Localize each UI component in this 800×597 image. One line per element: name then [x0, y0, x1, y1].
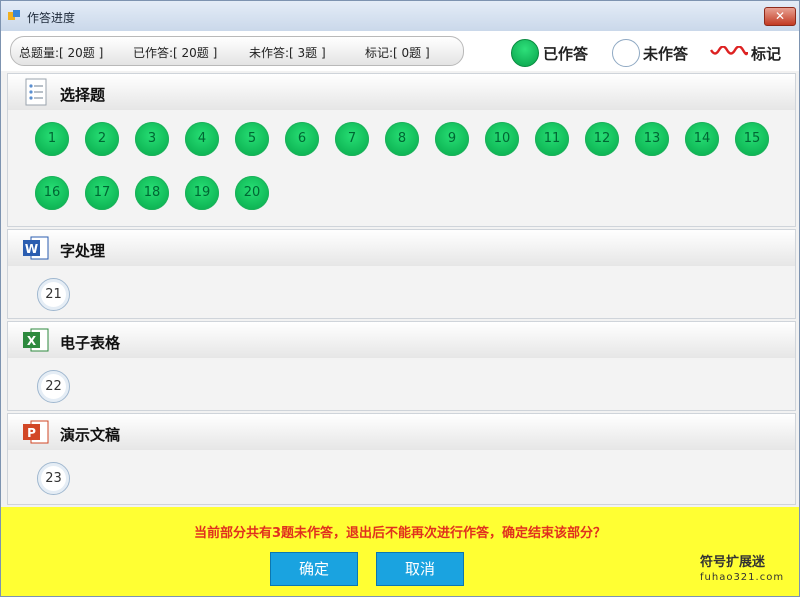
question-8-button[interactable]: 8: [385, 122, 419, 156]
checklist-icon: [25, 78, 47, 106]
word-icon: W: [23, 236, 49, 260]
marked-legend-icon: [710, 46, 748, 56]
question-15-button[interactable]: 15: [735, 122, 769, 156]
question-13-button[interactable]: 13: [635, 122, 669, 156]
question-12-button[interactable]: 12: [585, 122, 619, 156]
close-icon: ✕: [774, 9, 786, 23]
question-9-button[interactable]: 9: [435, 122, 469, 156]
question-1-button[interactable]: 1: [35, 122, 69, 156]
svg-text:P: P: [27, 426, 36, 440]
question-7-button[interactable]: 7: [335, 122, 369, 156]
answered-legend-label: 已作答: [543, 45, 589, 63]
section-word: W 字处理 21: [7, 229, 796, 319]
total-count: 总题量:[ 20题 ]: [19, 46, 104, 60]
section-ppt: P 演示文稿 23: [7, 413, 796, 505]
confirm-footer: 当前部分共有3题未作答，退出后不能再次进行作答，确定结束该部分？ 确定 取消: [1, 507, 799, 596]
question-22-button[interactable]: 22: [37, 370, 70, 403]
section-title: 电子表格: [60, 334, 121, 352]
question-3-button[interactable]: 3: [135, 122, 169, 156]
question-11-button[interactable]: 11: [535, 122, 569, 156]
excel-icon: X: [23, 328, 49, 352]
question-14-button[interactable]: 14: [685, 122, 719, 156]
question-23-button[interactable]: 23: [37, 462, 70, 495]
section-title: 演示文稿: [60, 426, 121, 444]
question-6-button[interactable]: 6: [285, 122, 319, 156]
cancel-button[interactable]: 取消: [376, 552, 464, 586]
question-2-button[interactable]: 2: [85, 122, 119, 156]
svg-text:W: W: [25, 242, 38, 256]
question-19-button[interactable]: 19: [185, 176, 219, 210]
answered-legend-icon: [511, 39, 539, 67]
answered-count: 已作答:[ 20题 ]: [133, 46, 218, 60]
title-bar: 作答进度 ✕: [1, 1, 799, 31]
warning-message: 当前部分共有3题未作答，退出后不能再次进行作答，确定结束该部分？: [193, 526, 607, 541]
svg-text:X: X: [27, 334, 37, 348]
question-5-button[interactable]: 5: [235, 122, 269, 156]
summary-box: 总题量:[ 20题 ] 已作答:[ 20题 ] 未作答:[ 3题 ] 标记:[ …: [10, 36, 464, 66]
section-header: X 电子表格: [8, 322, 795, 358]
section-header: W 字处理: [8, 230, 795, 266]
question-21-button[interactable]: 21: [37, 278, 70, 311]
question-16-button[interactable]: 16: [35, 176, 69, 210]
unanswered-legend-label: 未作答: [643, 45, 689, 63]
progress-window: 作答进度 ✕ 总题量:[ 20题 ] 已作答:[ 20题 ] 未作答:[ 3题 …: [0, 0, 800, 597]
watermark: 符号扩展迷 fuhao321.com: [700, 555, 784, 585]
status-bar: 总题量:[ 20题 ] 已作答:[ 20题 ] 未作答:[ 3题 ] 标记:[ …: [1, 31, 799, 71]
watermark-url: fuhao321.com: [700, 572, 785, 583]
question-20-button[interactable]: 20: [235, 176, 269, 210]
question-18-button[interactable]: 18: [135, 176, 169, 210]
question-17-button[interactable]: 17: [85, 176, 119, 210]
section-title: 选择题: [60, 86, 106, 104]
marked-count: 标记:[ 0题 ]: [365, 46, 430, 60]
section-choice: 选择题 1 2 3 4 5 6 7 8 9 10 11 12 13 14 15 16 17 18 19 20: [7, 73, 796, 227]
section-excel: X 电子表格 22: [7, 321, 796, 411]
question-10-button[interactable]: 10: [485, 122, 519, 156]
watermark-text: 符号扩展迷: [700, 555, 766, 570]
section-title: 字处理: [60, 242, 106, 260]
close-button[interactable]: ✕: [764, 7, 796, 26]
window-title: 作答进度: [27, 11, 76, 25]
question-4-button[interactable]: 4: [185, 122, 219, 156]
marked-legend-label: 标记: [751, 45, 782, 63]
app-icon: [8, 10, 20, 20]
unanswered-legend-icon: [612, 39, 640, 67]
section-header: P 演示文稿: [8, 414, 795, 450]
confirm-button[interactable]: 确定: [270, 552, 358, 586]
unanswered-count: 未作答:[ 3题 ]: [249, 46, 326, 60]
section-header: 选择题: [8, 74, 795, 110]
powerpoint-icon: P: [23, 420, 49, 444]
